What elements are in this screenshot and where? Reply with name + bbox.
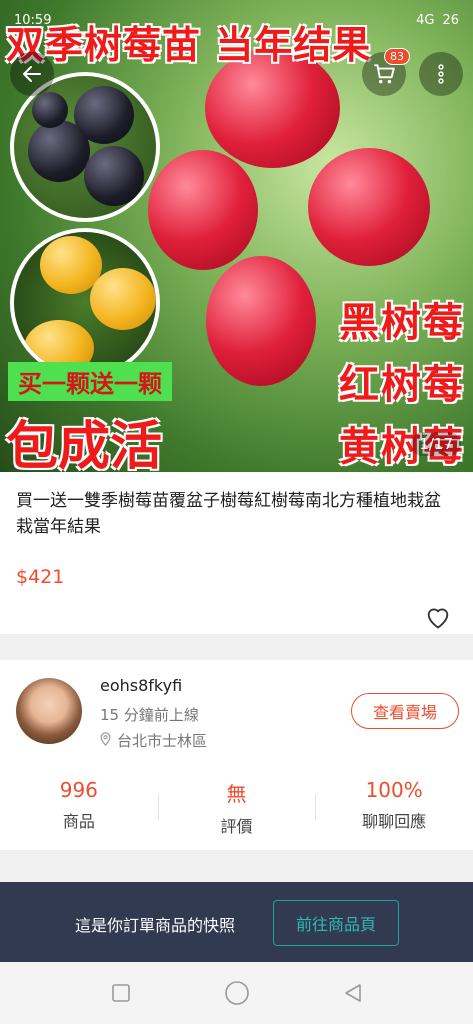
guarantee-text: 包成活 (6, 417, 163, 472)
cart-button[interactable]: 83 (362, 48, 410, 96)
triangle-back-nav-icon (344, 984, 361, 1002)
label-black-raspberry: 黑树莓 (339, 300, 465, 346)
product-price: $421 (16, 566, 65, 588)
home-button[interactable] (224, 980, 250, 1006)
order-snapshot-bar: 這是你訂單商品的快照 前往商品頁 (0, 882, 473, 962)
avatar[interactable] (16, 678, 82, 744)
stat-chat-response[interactable]: 100% 聊聊回應 (315, 772, 473, 838)
seller-stats: 996 商品 無 評價 100% 聊聊回應 (0, 772, 473, 838)
stat-ratings[interactable]: 無 評價 (157, 772, 316, 838)
back-arrow-icon (23, 66, 41, 82)
seller-last-online: 15 分鐘前上線 (100, 706, 199, 724)
back-button[interactable] (10, 52, 54, 96)
snapshot-text: 這是你訂單商品的快照 (75, 916, 236, 935)
seller-location: 台北市士林區 (100, 730, 207, 751)
square-nav-icon (111, 984, 130, 1002)
red-berry-image (206, 256, 316, 386)
status-bar: 10:59 4G 26 (0, 0, 473, 40)
product-image-carousel[interactable]: 10:59 4G 26 双季树莓苗 当年结果 黑树莓 红树莓 黄树莓 买一颗送一… (0, 0, 473, 472)
more-vertical-icon (438, 64, 444, 84)
seller-card: eohs8fkyfi 15 分鐘前上線 台北市士林區 查看賣場 996 商品 無… (0, 660, 473, 850)
system-nav-bar (0, 962, 473, 1024)
circle-nav-icon (224, 981, 249, 1005)
yellow-raspberry-photo (10, 228, 160, 378)
signal-text: 4G (416, 12, 435, 28)
stat-label: 商品 (62, 812, 95, 831)
stat-value: 100% (365, 778, 423, 802)
stat-value: 996 (59, 778, 98, 802)
stat-value: 無 (226, 782, 247, 806)
product-title: 買一送一雙季樹莓苗覆盆子樹莓紅樹莓南北方種植地栽盆栽當年結果 (16, 491, 441, 537)
red-berry-image (308, 148, 430, 266)
product-info: 買一送一雙季樹莓苗覆盆子樹莓紅樹莓南北方種植地栽盆栽當年結果 $421 (0, 472, 473, 634)
stat-label: 評價 (220, 817, 253, 836)
seller-name: eohs8fkyfi (100, 676, 183, 695)
recent-apps-button[interactable] (108, 980, 134, 1006)
status-time: 10:59 (14, 12, 52, 28)
battery-text: 26 (442, 12, 459, 28)
heart-icon[interactable] (424, 604, 452, 630)
back-nav-button[interactable] (340, 980, 366, 1006)
stat-products[interactable]: 996 商品 (0, 772, 158, 838)
stat-label: 聊聊回應 (362, 812, 427, 831)
location-pin-icon (100, 732, 111, 750)
red-berry-image (148, 150, 258, 270)
image-counter: 1/17 (411, 432, 461, 456)
label-red-raspberry: 红树莓 (339, 362, 465, 408)
promo-banner: 买一颗送一颗 (8, 362, 172, 401)
seller-location-text: 台北市士林區 (117, 732, 208, 750)
more-options-button[interactable] (419, 52, 463, 96)
go-to-product-button[interactable]: 前往商品頁 (273, 900, 399, 946)
cart-badge: 83 (384, 48, 410, 65)
view-shop-button[interactable]: 查看賣場 (351, 693, 459, 729)
